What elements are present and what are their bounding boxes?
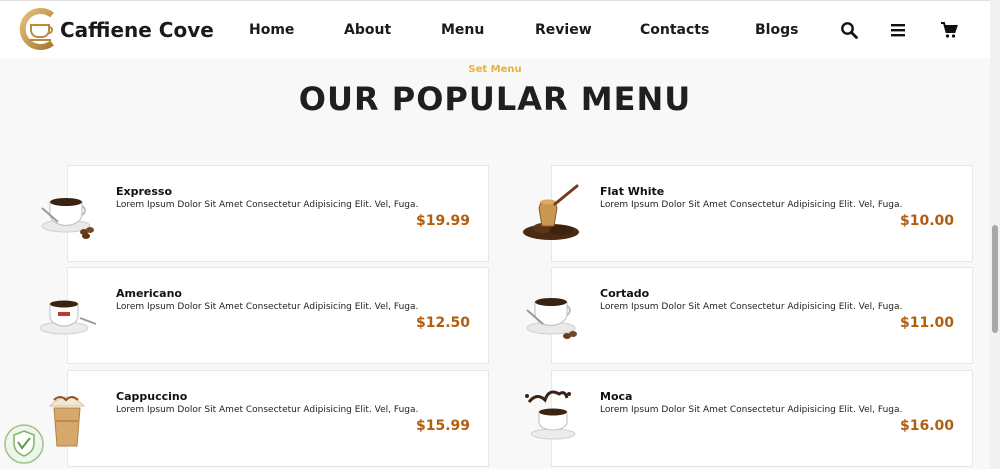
site-header: Caffiene Cove Home About Menu Review Con…: [0, 0, 990, 58]
menu-card-expresso[interactable]: Expresso Lorem Ipsum Dolor Sit Amet Cons…: [67, 165, 489, 262]
page-scrollbar[interactable]: [990, 0, 1000, 469]
menu-card-cortado[interactable]: Cortado Lorem Ipsum Dolor Sit Amet Conse…: [551, 267, 973, 364]
shield-badge-icon[interactable]: [3, 423, 45, 465]
item-name: Americano: [116, 287, 182, 300]
nav-home[interactable]: Home: [249, 22, 294, 38]
item-price: $15.99: [415, 418, 470, 434]
item-description: Lorem Ipsum Dolor Sit Amet Consectetur A…: [600, 200, 903, 210]
item-price: $16.00: [899, 418, 954, 434]
moca-splash-cup-image: [525, 390, 576, 440]
nav-about[interactable]: About: [344, 22, 391, 38]
search-icon[interactable]: [840, 21, 858, 39]
espresso-cup-image: [41, 198, 94, 239]
item-name: Flat White: [600, 185, 665, 198]
item-name: Cortado: [600, 287, 650, 300]
menu-bars-icon[interactable]: [889, 21, 907, 39]
menu-card-moca[interactable]: Moca Lorem Ipsum Dolor Sit Amet Consecte…: [551, 370, 973, 467]
americano-cup-image: [39, 300, 97, 335]
cafe-logo-icon[interactable]: [18, 7, 62, 51]
nav-blogs[interactable]: Blogs: [755, 22, 798, 38]
item-price: $12.50: [415, 315, 470, 331]
item-description: Lorem Ipsum Dolor Sit Amet Consectetur A…: [116, 405, 419, 415]
menu-card-americano[interactable]: Americano Lorem Ipsum Dolor Sit Amet Con…: [67, 267, 489, 364]
turkish-pot-beans-image: [523, 184, 579, 240]
nav-menu[interactable]: Menu: [441, 22, 484, 38]
section-subtitle: Set Menu: [468, 64, 522, 75]
item-description: Lorem Ipsum Dolor Sit Amet Consectetur A…: [116, 302, 419, 312]
nav-contacts[interactable]: Contacts: [640, 22, 709, 38]
menu-card-flat-white[interactable]: Flat White Lorem Ipsum Dolor Sit Amet Co…: [551, 165, 973, 262]
item-name: Cappuccino: [116, 390, 188, 403]
scrollbar-thumb[interactable]: [992, 225, 998, 333]
item-price: $19.99: [415, 213, 470, 229]
item-name: Moca: [600, 390, 633, 403]
brand-name[interactable]: Caffiene Cove: [60, 18, 214, 42]
menu-card-cappuccino[interactable]: Cappuccino Lorem Ipsum Dolor Sit Amet Co…: [67, 370, 489, 467]
nav-review[interactable]: Review: [535, 22, 592, 38]
cortado-cup-image: [526, 298, 577, 339]
section-title: OUR POPULAR MENU: [298, 80, 692, 118]
item-description: Lorem Ipsum Dolor Sit Amet Consectetur A…: [600, 302, 903, 312]
item-name: Expresso: [116, 185, 173, 198]
cappuccino-glass-image: [48, 396, 86, 447]
item-price: $10.00: [899, 213, 954, 229]
item-description: Lorem Ipsum Dolor Sit Amet Consectetur A…: [116, 200, 419, 210]
item-description: Lorem Ipsum Dolor Sit Amet Consectetur A…: [600, 405, 903, 415]
item-price: $11.00: [899, 315, 954, 331]
cart-icon[interactable]: [940, 21, 958, 39]
